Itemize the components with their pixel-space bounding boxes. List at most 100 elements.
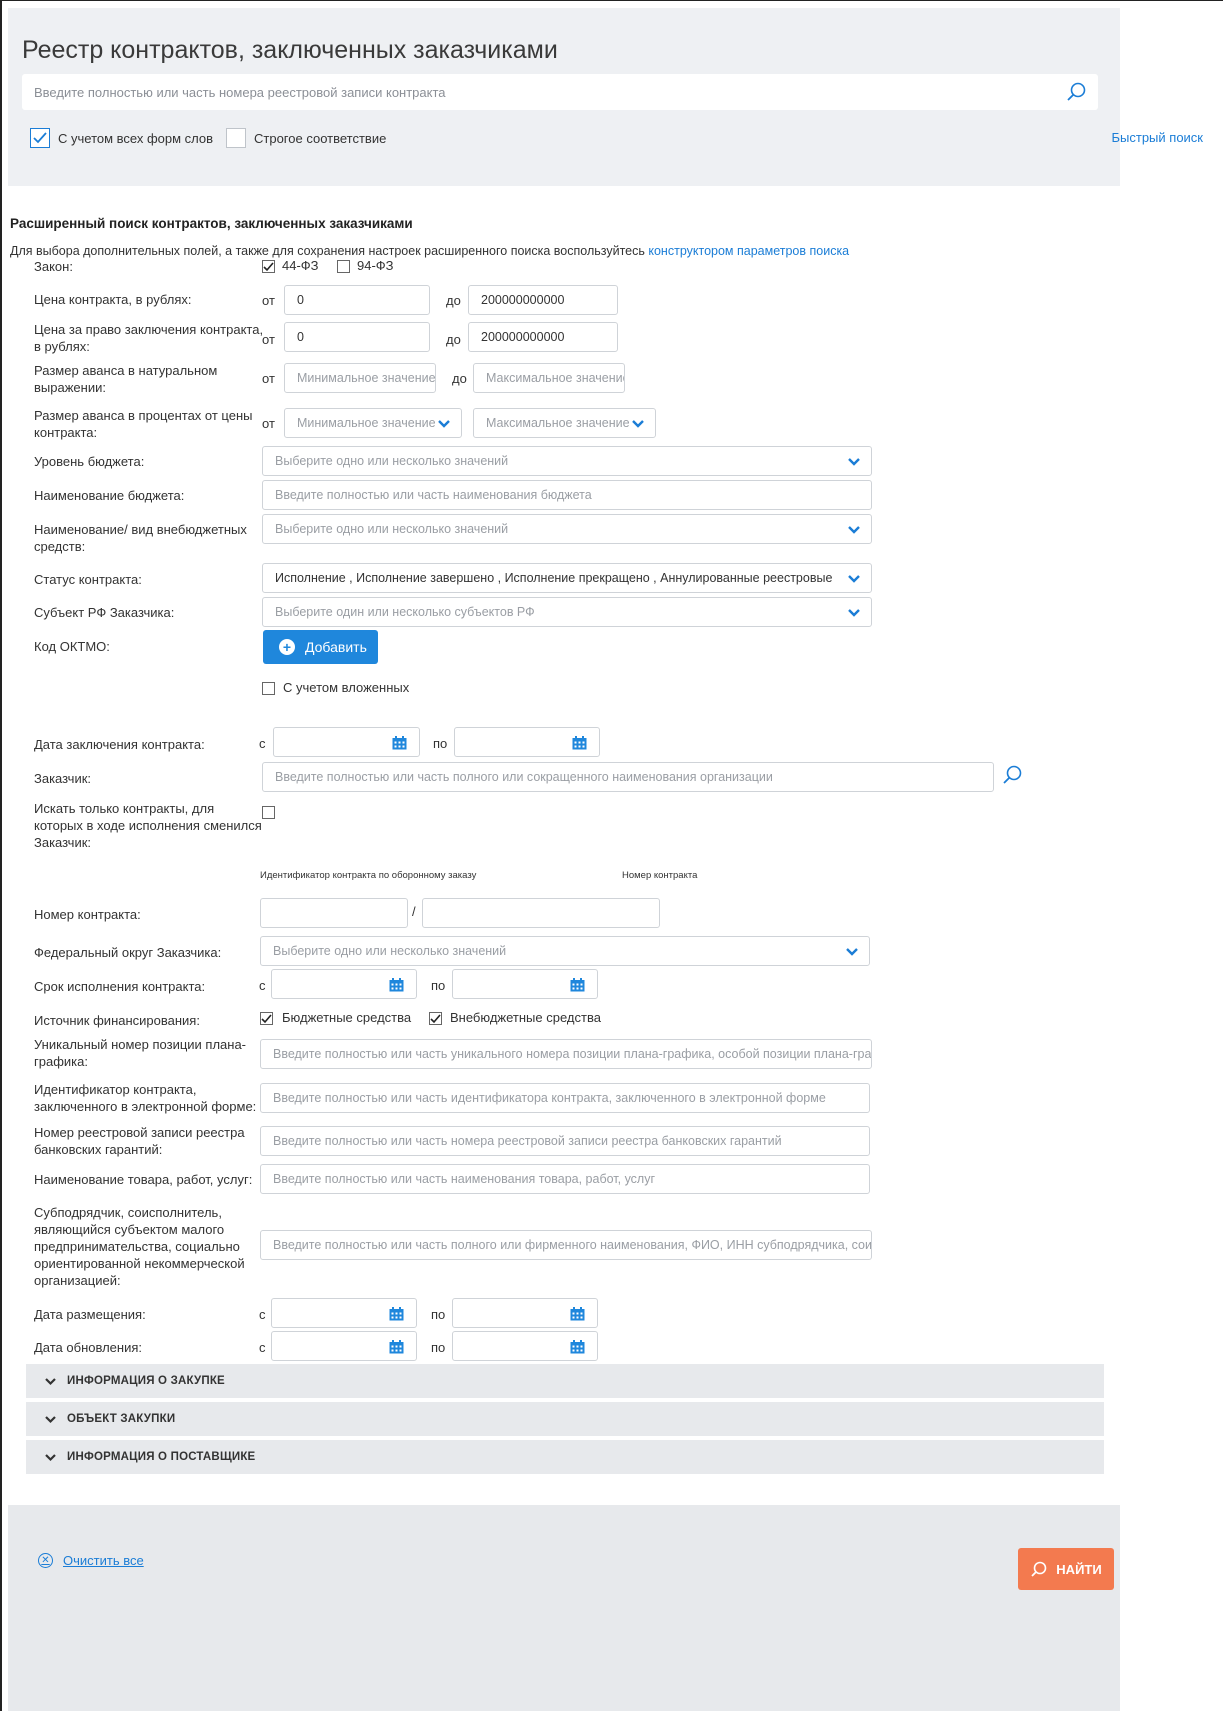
all-word-forms-checkbox[interactable] xyxy=(30,128,50,148)
accordion-purchase-object-label: ОБЪЕКТ ЗАКУПКИ xyxy=(67,1413,176,1425)
accordion-purchase-info[interactable]: ИНФОРМАЦИЯ О ЗАКУПКЕ xyxy=(26,1364,1104,1398)
chevron-down-icon xyxy=(846,948,858,956)
update-date-from-label: с xyxy=(259,1340,266,1355)
check-icon xyxy=(261,1013,272,1023)
price-to-input[interactable]: 200000000000 xyxy=(468,285,618,315)
strict-match-label: Строгое соответствие xyxy=(254,130,387,146)
search-input[interactable]: Введите полностью или часть номера реест… xyxy=(22,74,1098,110)
price-from-label: от xyxy=(262,293,275,308)
calendar-icon[interactable] xyxy=(389,1340,404,1354)
goods-label: Наименование товара, работ, услуг: xyxy=(34,1172,253,1187)
law-94-checkbox[interactable] xyxy=(337,260,350,273)
price-label: Цена контракта, в рублях: xyxy=(34,292,192,307)
calendar-icon[interactable] xyxy=(389,1307,404,1321)
nested-label: С учетом вложенных xyxy=(283,680,410,695)
advance-percent-max-placeholder: Максимальное значение xyxy=(486,416,630,430)
advance-natural-min-input[interactable]: Минимальное значение xyxy=(284,363,436,393)
publish-date-to-input[interactable] xyxy=(452,1298,598,1328)
advance-percent-max-select[interactable]: Максимальное значение xyxy=(473,408,656,438)
sign-date-to-label: по xyxy=(433,736,448,751)
funding-extra-label: Внебюджетные средства xyxy=(450,1010,601,1025)
advance-percent-min-select[interactable]: Минимальное значение xyxy=(284,408,462,438)
update-date-from-input[interactable] xyxy=(271,1331,417,1361)
search-placeholder: Введите полностью или часть номера реест… xyxy=(34,85,446,100)
law-44-checkbox[interactable] xyxy=(262,260,275,273)
calendar-icon[interactable] xyxy=(570,978,585,992)
clear-all-link[interactable]: ✕ Очистить все xyxy=(38,1553,144,1568)
calendar-icon[interactable] xyxy=(570,1307,585,1321)
exec-date-from-label: с xyxy=(259,978,266,993)
plan-position-input[interactable]: Введите полностью или часть уникального … xyxy=(260,1039,872,1069)
update-date-label: Дата обновления: xyxy=(34,1340,142,1355)
price-from-input[interactable]: 0 xyxy=(284,285,430,315)
funding-extra-checkbox[interactable] xyxy=(429,1012,442,1025)
search-icon[interactable] xyxy=(1002,764,1024,786)
accordion-supplier-info-label: ИНФОРМАЦИЯ О ПОСТАВЩИКЕ xyxy=(67,1451,256,1463)
accordion-purchase-object[interactable]: ОБЪЕКТ ЗАКУПКИ xyxy=(26,1402,1104,1436)
status-label: Статус контракта: xyxy=(34,572,142,587)
advanced-search-note: Для выбора дополнительных полей, а также… xyxy=(10,244,849,258)
chevron-down-icon xyxy=(848,609,860,617)
right-price-from-input[interactable]: 0 xyxy=(284,322,430,352)
funding-budget-checkbox[interactable] xyxy=(260,1012,273,1025)
status-value: Исполнение , Исполнение завершено , Испо… xyxy=(275,571,833,585)
budget-name-input[interactable]: Введите полностью или часть наименования… xyxy=(262,480,872,510)
electronic-id-input[interactable]: Введите полностью или часть идентификато… xyxy=(260,1083,870,1113)
customer-input[interactable]: Введите полностью или часть полного или … xyxy=(262,762,994,792)
calendar-icon[interactable] xyxy=(392,736,407,750)
strict-match-option[interactable]: Строгое соответствие xyxy=(226,128,386,148)
contract-number-input[interactable] xyxy=(422,898,660,928)
add-oktmo-button[interactable]: + Добавить xyxy=(263,630,378,664)
all-word-forms-option[interactable]: С учетом всех форм слов xyxy=(30,128,213,148)
federal-district-placeholder: Выберите одно или несколько значений xyxy=(273,944,507,958)
nested-checkbox[interactable] xyxy=(262,682,275,695)
update-date-to-input[interactable] xyxy=(452,1331,598,1361)
goods-input[interactable]: Введите полностью или часть наименования… xyxy=(260,1164,870,1194)
contract-number-label: Номер контракта: xyxy=(34,907,141,922)
funding-label: Источник финансирования: xyxy=(34,1013,200,1028)
chevron-down-icon xyxy=(848,526,860,534)
accordion-supplier-info[interactable]: ИНФОРМАЦИЯ О ПОСТАВЩИКЕ xyxy=(26,1440,1104,1474)
calendar-icon[interactable] xyxy=(572,736,587,750)
right-price-to-input[interactable]: 200000000000 xyxy=(468,322,618,352)
chevron-down-icon xyxy=(45,1453,56,1461)
subcontractor-input[interactable]: Введите полностью или часть полного или … xyxy=(260,1230,872,1260)
plus-circle-icon: + xyxy=(279,639,295,655)
advance-natural-max-input[interactable]: Максимальное значение xyxy=(473,363,625,393)
clear-all-label: Очистить все xyxy=(63,1553,144,1568)
calendar-icon[interactable] xyxy=(389,978,404,992)
advance-percent-min-placeholder: Минимальное значение xyxy=(297,416,436,430)
budget-name-label: Наименование бюджета: xyxy=(34,488,185,503)
guarantee-input[interactable]: Введите полностью или часть номера реест… xyxy=(260,1126,870,1156)
contract-number-hint: Номер контракта xyxy=(622,870,698,881)
sign-date-from-label: с xyxy=(259,736,266,751)
customer-changed-label: Искать только контракты, для которых в х… xyxy=(34,801,262,850)
exec-date-from-input[interactable] xyxy=(271,969,417,999)
search-constructor-link[interactable]: конструктором параметров поиска xyxy=(648,244,849,258)
federal-district-select[interactable]: Выберите одно или несколько значений xyxy=(260,936,870,966)
region-select[interactable]: Выберите один или несколько субъектов РФ xyxy=(262,597,872,627)
quick-search-link[interactable]: Быстрый поиск xyxy=(1112,130,1204,145)
advance-percent-from-label: от xyxy=(262,416,275,431)
find-button-label: НАЙТИ xyxy=(1056,1561,1102,1577)
publish-date-label: Дата размещения: xyxy=(34,1307,146,1322)
strict-match-checkbox[interactable] xyxy=(226,128,246,148)
exec-date-to-input[interactable] xyxy=(452,969,598,999)
chevron-down-icon xyxy=(847,572,861,586)
status-select[interactable]: Исполнение , Исполнение завершено , Испо… xyxy=(262,563,872,593)
extrabudget-label: Наименование/ вид внебюджетных средств: xyxy=(34,522,247,554)
sign-date-to-input[interactable] xyxy=(454,727,600,757)
publish-date-from-input[interactable] xyxy=(271,1298,417,1328)
budget-level-placeholder: Выберите одно или несколько значений xyxy=(275,454,509,468)
sign-date-from-input[interactable] xyxy=(273,727,420,757)
search-icon[interactable] xyxy=(1066,81,1088,103)
budget-level-select[interactable]: Выберите одно или несколько значений xyxy=(262,446,872,476)
customer-changed-checkbox[interactable] xyxy=(262,806,275,819)
extrabudget-select[interactable]: Выберите одно или несколько значений xyxy=(262,514,872,544)
publish-date-to-label: по xyxy=(431,1307,446,1322)
check-icon xyxy=(430,1013,441,1023)
defense-id-input[interactable] xyxy=(260,898,408,928)
region-placeholder: Выберите один или несколько субъектов РФ xyxy=(275,605,535,619)
calendar-icon[interactable] xyxy=(570,1340,585,1354)
find-button[interactable]: НАЙТИ xyxy=(1018,1548,1114,1590)
